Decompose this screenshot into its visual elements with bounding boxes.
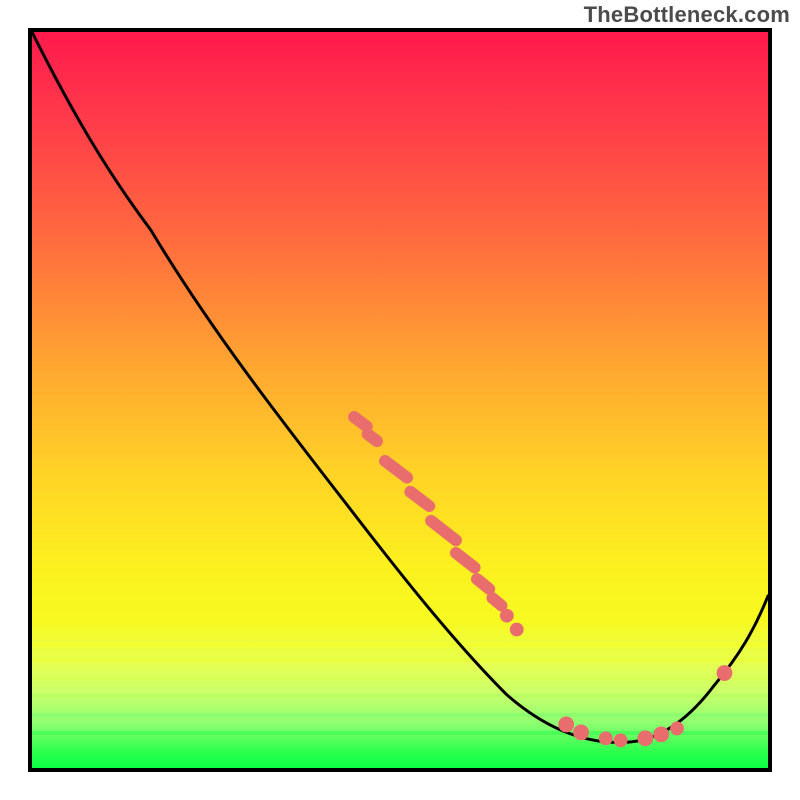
plot-area	[28, 28, 772, 772]
bottleneck-curve	[32, 32, 768, 742]
watermark-text: TheBottleneck.com	[584, 2, 790, 28]
marker-cluster-trough	[558, 717, 684, 748]
chart-stage: TheBottleneck.com	[0, 0, 800, 800]
marker-right-limb	[717, 665, 733, 681]
curve-overlay-svg	[32, 32, 768, 768]
marker-cluster-upper	[346, 409, 524, 637]
